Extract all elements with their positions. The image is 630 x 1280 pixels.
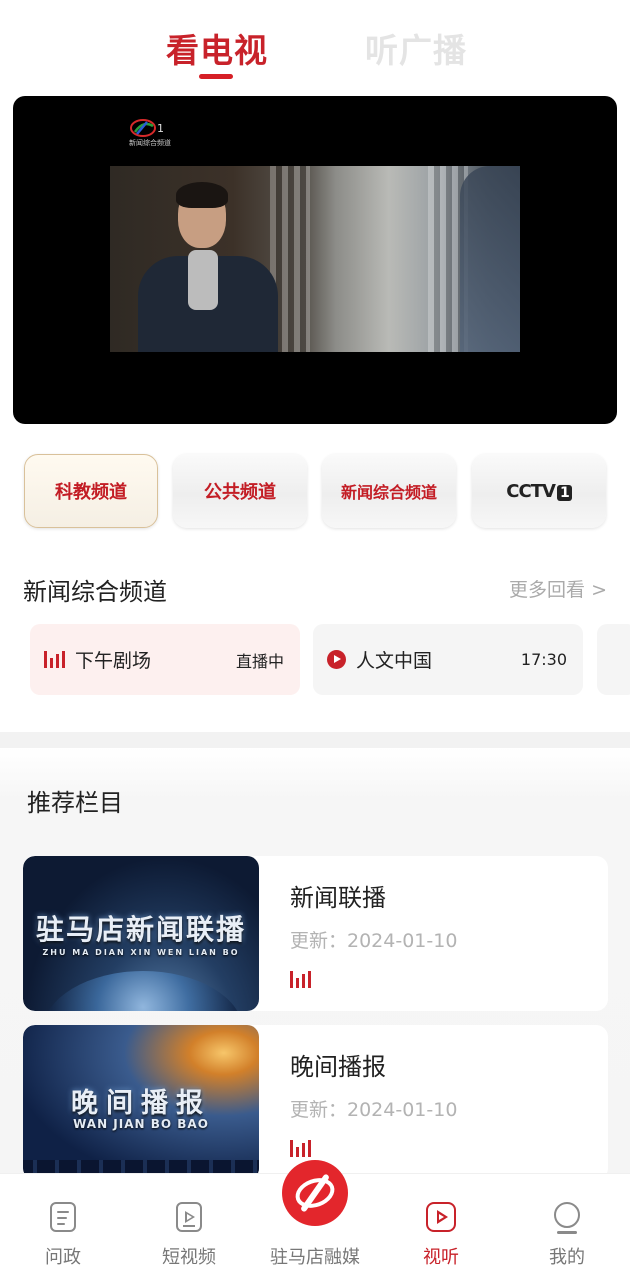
play-circle-icon bbox=[327, 650, 346, 669]
nav-item-wenzheng[interactable]: 问政 bbox=[0, 1174, 126, 1280]
recommend-thumbnail: 晚间播报 WAN JIAN BO BAO bbox=[23, 1025, 259, 1180]
nav-item-shiting[interactable]: 视听 bbox=[378, 1174, 504, 1280]
section-divider bbox=[0, 732, 630, 748]
recommend-card[interactable]: 驻马店新闻联播 ZHU MA DIAN XIN WEN LIAN BO 新闻联播… bbox=[23, 856, 608, 1011]
video-frame bbox=[110, 166, 520, 352]
recommend-card[interactable]: 晚间播报 WAN JIAN BO BAO 晚间播报 更新：2024-01-10 bbox=[23, 1025, 608, 1180]
nav-item-short-video[interactable]: 短视频 bbox=[126, 1174, 252, 1280]
short-video-icon bbox=[176, 1202, 202, 1232]
channel-section-title: 新闻综合频道 bbox=[23, 578, 167, 606]
video-player[interactable]: 1 新闻综合频道 bbox=[13, 96, 617, 424]
channel-logo-text: 新闻综合频道 bbox=[129, 139, 171, 147]
schedule-item-live[interactable]: 下午剧场 直播中 bbox=[30, 624, 300, 695]
nav-item-zmd-media[interactable]: 驻马店融媒 bbox=[252, 1160, 378, 1280]
schedule-item-upcoming[interactable]: 人文中国 17:30 bbox=[313, 624, 583, 695]
thumbnail-title: 驻马店新闻联播 bbox=[35, 913, 246, 946]
playing-bars-icon bbox=[44, 651, 65, 668]
top-tab-bar: 看电视 听广播 bbox=[0, 0, 630, 92]
recommend-card-title: 新闻联播 bbox=[290, 884, 386, 912]
user-icon bbox=[554, 1202, 580, 1234]
nav-label: 问政 bbox=[45, 1247, 81, 1268]
nav-label: 短视频 bbox=[162, 1247, 216, 1268]
channel-chip-label: 新闻综合频道 bbox=[340, 483, 437, 502]
recommend-card-title: 晚间播报 bbox=[290, 1053, 386, 1081]
nav-item-mine[interactable]: 我的 bbox=[504, 1174, 630, 1280]
video-person bbox=[138, 182, 278, 352]
program-schedule: 下午剧场 直播中 人文中国 17:30 bbox=[30, 624, 630, 696]
live-status-label: 直播中 bbox=[235, 651, 284, 671]
recommend-section-title: 推荐栏目 bbox=[27, 789, 123, 817]
channel-logo-num: 1 bbox=[157, 122, 164, 135]
bottom-navigation: 问政 短视频 驻马店融媒 视听 我的 bbox=[0, 1160, 630, 1280]
more-replay-link[interactable]: 更多回看 > bbox=[509, 575, 607, 602]
schedule-item-name: 下午剧场 bbox=[75, 650, 152, 672]
thumbnail-subtitle: WAN JIAN BO BAO bbox=[73, 1117, 209, 1131]
active-tab-indicator bbox=[199, 74, 233, 79]
schedule-item-time: 17:30 bbox=[520, 650, 567, 669]
channel-chip-label: 公共频道 bbox=[204, 482, 276, 503]
tab-watch-tv[interactable]: 看电视 bbox=[166, 24, 268, 72]
zmd-logo-icon bbox=[282, 1160, 348, 1226]
cctv-logo-icon: CCTV 1 bbox=[506, 481, 572, 502]
schedule-item-partial[interactable] bbox=[597, 624, 630, 695]
recommend-thumbnail: 驻马店新闻联播 ZHU MA DIAN XIN WEN LIAN BO bbox=[23, 856, 259, 1011]
channel-chip-label: 科教频道 bbox=[55, 482, 127, 503]
channel-chip-news[interactable]: 新闻综合频道 bbox=[322, 454, 456, 528]
playing-bars-icon bbox=[290, 971, 311, 988]
recommend-card-date: 更新：2024-01-10 bbox=[290, 1099, 458, 1121]
thumbnail-title: 晚间播报 bbox=[71, 1088, 211, 1119]
nav-label: 我的 bbox=[549, 1247, 585, 1268]
tab-listen-radio[interactable]: 听广播 bbox=[365, 24, 467, 72]
play-square-icon bbox=[426, 1202, 456, 1232]
nav-label: 驻马店融媒 bbox=[270, 1247, 360, 1268]
channel-selector: 科教频道 公共频道 新闻综合频道 CCTV 1 bbox=[24, 454, 614, 528]
recommend-card-date: 更新：2024-01-10 bbox=[290, 930, 458, 952]
thumbnail-subtitle: ZHU MA DIAN XIN WEN LIAN BO bbox=[42, 948, 240, 957]
channel-chip-cctv1[interactable]: CCTV 1 bbox=[472, 454, 606, 528]
nav-label: 视听 bbox=[423, 1247, 459, 1268]
playing-bars-icon bbox=[290, 1140, 311, 1157]
schedule-item-name: 人文中国 bbox=[356, 650, 433, 672]
channel-chip-science[interactable]: 科教频道 bbox=[24, 454, 158, 528]
document-icon bbox=[50, 1202, 76, 1232]
channel-chip-public[interactable]: 公共频道 bbox=[173, 454, 307, 528]
